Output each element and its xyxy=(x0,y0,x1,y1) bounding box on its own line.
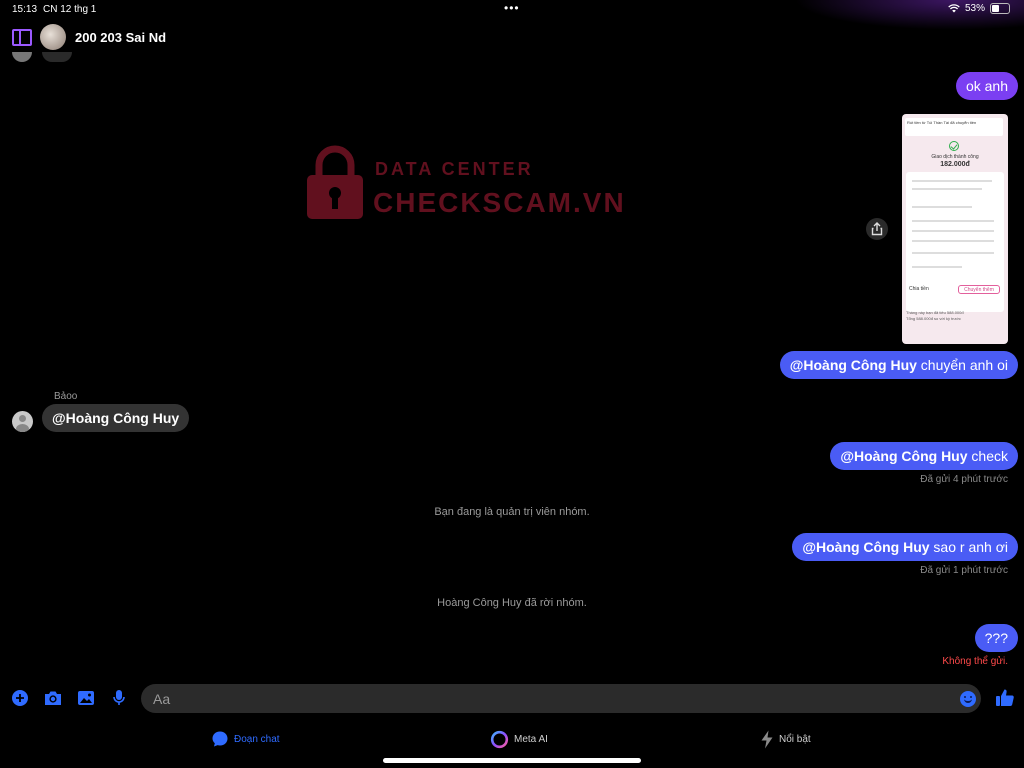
emoji-icon[interactable] xyxy=(960,691,976,707)
status-right: 53% xyxy=(948,3,1010,14)
share-button[interactable] xyxy=(866,218,888,240)
tab-label: Meta AI xyxy=(514,733,548,745)
lightning-icon xyxy=(761,730,773,748)
receipt-banner: Rút tiền từ Túi Thần Tài đã chuyển tiền xyxy=(905,118,1003,136)
mention[interactable]: @Hoàng Công Huy xyxy=(790,357,917,373)
watermark: DATA CENTER CHECKSCAM.VN xyxy=(305,143,645,223)
camera-icon[interactable] xyxy=(43,689,63,707)
chat-bubble-icon xyxy=(212,731,228,747)
status-time: 15:13 xyxy=(12,4,38,15)
chat-title[interactable]: 200 203 Sai Nd xyxy=(75,30,166,45)
receipt-footer: Tháng này bạn đã tiêu 588.000đ Tổng 588.… xyxy=(906,310,964,321)
receipt-image[interactable]: Rút tiền từ Túi Thần Tài đã chuyển tiền … xyxy=(902,114,1008,344)
message-text: chuyển anh oi xyxy=(916,357,1008,373)
wifi-icon xyxy=(948,4,960,13)
lock-icon xyxy=(307,145,363,219)
outgoing-message[interactable]: @Hoàng Công Huy chuyển anh oi xyxy=(779,351,1018,379)
message-status: Đã gửi 4 phút trước xyxy=(920,474,1008,485)
receipt-status: Giao dịch thành công xyxy=(931,154,979,160)
microphone-icon[interactable] xyxy=(111,689,127,707)
battery-percent: 53% xyxy=(964,3,985,14)
message-text: sao r anh ơi xyxy=(929,539,1008,555)
message-input[interactable] xyxy=(141,684,981,713)
watermark-line1: DATA CENTER xyxy=(375,159,534,179)
receipt-transfer-button: Chuyển thêm xyxy=(958,285,1000,294)
sender-name: Bảoo xyxy=(54,391,78,402)
multitasking-dots-icon[interactable]: ••• xyxy=(504,1,520,15)
message-bubble xyxy=(42,52,72,62)
home-indicator[interactable] xyxy=(383,758,641,763)
avatar xyxy=(12,52,32,62)
meta-ai-icon xyxy=(490,730,509,748)
avatar[interactable] xyxy=(12,411,33,432)
receipt-share-button: Chia tiền xyxy=(909,286,929,292)
outgoing-message[interactable]: @Hoàng Công Huy check xyxy=(830,442,1018,470)
share-icon xyxy=(871,222,883,236)
message-text: check xyxy=(967,448,1008,464)
outgoing-message[interactable]: @Hoàng Công Huy sao r anh ơi xyxy=(792,533,1018,561)
sidebar-toggle-icon[interactable] xyxy=(12,29,32,46)
chat-header: 200 203 Sai Nd xyxy=(0,24,1024,52)
send-error-status[interactable]: Không thể gửi. xyxy=(942,656,1008,667)
outgoing-message[interactable]: ok anh xyxy=(955,72,1018,100)
receipt-banner-text: Rút tiền từ Túi Thần Tài đã chuyển tiền xyxy=(907,120,977,125)
status-date: CN 12 thg 1 xyxy=(43,4,97,15)
message-status: Đã gửi 1 phút trước xyxy=(920,565,1008,576)
tab-label: Nổi bật xyxy=(779,733,811,745)
tab-meta-ai[interactable]: Meta AI xyxy=(490,728,548,750)
group-avatar[interactable] xyxy=(40,24,66,50)
plus-icon[interactable] xyxy=(11,689,29,707)
message-text: ??? xyxy=(984,630,1008,646)
message-text: ok anh xyxy=(965,78,1008,94)
battery-icon xyxy=(990,3,1010,14)
status-bar: 15:13 CN 12 thg 1 ••• 53% xyxy=(0,0,1024,18)
incoming-message[interactable]: @Hoàng Công Huy xyxy=(42,404,190,432)
success-check-icon xyxy=(949,141,959,151)
tab-highlights[interactable]: Nổi bật xyxy=(760,728,811,750)
system-message: Hoàng Công Huy đã rời nhóm. xyxy=(437,597,587,609)
mention[interactable]: @Hoàng Công Huy xyxy=(802,539,929,555)
tab-label: Đoạn chat xyxy=(234,733,280,745)
thumbs-up-icon[interactable] xyxy=(995,688,1015,708)
watermark-line2: CHECKSCAM.VN xyxy=(373,187,626,218)
mention[interactable]: @Hoàng Công Huy xyxy=(52,410,179,426)
composer xyxy=(0,682,1024,716)
mention[interactable]: @Hoàng Công Huy xyxy=(840,448,967,464)
system-message: Bạn đang là quản trị viên nhóm. xyxy=(434,506,590,518)
bottom-tab-bar: Đoạn chat Meta AI Nổi bật xyxy=(0,728,1024,752)
receipt-amount: 182.000đ xyxy=(940,161,970,168)
tab-chats[interactable]: Đoạn chat xyxy=(211,728,280,750)
outgoing-message[interactable]: ??? xyxy=(974,624,1018,652)
gallery-icon[interactable] xyxy=(77,689,95,707)
